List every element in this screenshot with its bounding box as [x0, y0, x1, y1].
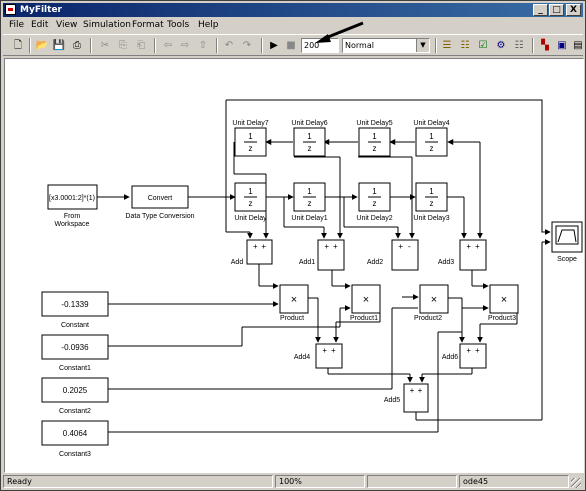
product-block-3-symbol: × — [501, 294, 507, 306]
add-block-6[interactable] — [459, 343, 487, 369]
constant-value: -0.1339 — [61, 300, 89, 309]
unit-delay-label: Unit Delay1 — [291, 215, 327, 222]
from-workspace-label: From — [64, 213, 81, 220]
unit-delay-numerator: 1 — [248, 132, 253, 141]
add-block-2-sign: - — [408, 242, 411, 251]
unit-delay-denominator: z — [373, 199, 377, 208]
unit-delay-label: Unit Delay4 — [413, 120, 449, 127]
add-block-4[interactable] — [315, 343, 343, 369]
from-workspace-value: [x3.0001:2]*(1) — [49, 195, 95, 202]
unit-delay-numerator: 1 — [429, 132, 434, 141]
convert-value: Convert — [148, 195, 173, 202]
constant-value: -0.0936 — [61, 343, 89, 352]
status-blank — [367, 475, 457, 488]
status-solver: ode45 — [459, 475, 569, 488]
add-block-1-sign: + — [324, 242, 329, 251]
add-block-1-sign: + — [333, 242, 338, 251]
add-block-3-sign: + — [475, 242, 480, 251]
unit-delay-numerator: 1 — [372, 132, 377, 141]
unit-delay-numerator: 1 — [307, 187, 312, 196]
unit-delay-label: Unit Delay — [234, 215, 267, 222]
diagram-blocks: 1 z Unit Delay7 1 z Unit Delay6 1 z Unit Delay5 1… — [41, 120, 519, 458]
add-block-0-sign: + — [261, 242, 266, 251]
unit-delay-label: Unit Delay3 — [413, 215, 449, 222]
add-block-0-sign: + — [253, 242, 258, 251]
product-block-1-symbol: × — [363, 294, 369, 306]
unit-delay-label: Unit Delay7 — [232, 120, 268, 127]
add-block-3-sign: + — [466, 242, 471, 251]
constant-label: Constant3 — [59, 451, 91, 458]
constant-label: Constant — [61, 322, 89, 329]
add-block-3[interactable] — [459, 239, 487, 271]
scope-label: Scope — [557, 256, 577, 263]
unit-delay-numerator: 1 — [372, 187, 377, 196]
unit-delay-denominator: z — [249, 199, 253, 208]
product-block-1-label: Product1 — [350, 315, 378, 322]
add-block-4-sign: + — [331, 346, 336, 355]
block-diagram: [x3.0001:2]*(1) From Workspace Convert D… — [41, 99, 583, 458]
product-block-0-label: Product — [280, 315, 304, 322]
add-block-1[interactable] — [317, 239, 345, 271]
add-block-6-sign: + — [475, 346, 480, 355]
add-block-5-sign: + — [410, 386, 415, 395]
add-block-5-label: Add5 — [384, 397, 400, 404]
constant-label: Constant1 — [59, 365, 91, 372]
unit-delay-denominator: z — [430, 199, 434, 208]
unit-delay-denominator: z — [249, 144, 253, 153]
add-block-3-label: Add3 — [438, 259, 454, 266]
unit-delay-denominator: z — [308, 199, 312, 208]
add-block-6-sign: + — [466, 346, 471, 355]
add-block-2-sign: + — [398, 242, 403, 251]
add-block-6-label: Add6 — [442, 354, 458, 361]
add-block-5-sign: + — [418, 386, 423, 395]
status-state: Ready — [3, 475, 273, 488]
add-block-2-label: Add2 — [367, 259, 383, 266]
constant-label: Constant2 — [59, 408, 91, 415]
add-block-1-label: Add1 — [299, 259, 315, 266]
product-block-2-symbol: × — [431, 294, 437, 306]
unit-delay-label: Unit Delay2 — [356, 215, 392, 222]
product-block-0-symbol: × — [291, 294, 297, 306]
unit-delay-numerator: 1 — [429, 187, 434, 196]
unit-delay-label: Unit Delay6 — [291, 120, 327, 127]
product-block-2-label: Product2 — [414, 315, 442, 322]
annotation-arrow — [315, 21, 364, 43]
status-zoom: 100% — [275, 475, 365, 488]
diagram-canvas[interactable]: [x3.0001:2]*(1) From Workspace Convert D… — [4, 58, 584, 473]
unit-delay-denominator: z — [373, 144, 377, 153]
status-bar: Ready 100% ode45 — [3, 475, 583, 489]
from-workspace-label-2: Workspace — [55, 221, 90, 228]
add-block-0-label: Add — [231, 259, 244, 266]
unit-delay-numerator: 1 — [307, 132, 312, 141]
resize-grip[interactable] — [571, 478, 581, 488]
constant-value: 0.4064 — [63, 429, 88, 438]
simulink-window: MyFilter _ □ X File Edit View Simulation… — [0, 0, 586, 491]
convert-label: Data Type Conversion — [125, 213, 194, 220]
unit-delay-denominator: z — [308, 144, 312, 153]
add-block-4-label: Add4 — [294, 354, 310, 361]
add-block-0[interactable] — [246, 239, 273, 265]
unit-delay-denominator: z — [430, 144, 434, 153]
product-block-3-label: Product3 — [488, 315, 516, 322]
add-block-2[interactable] — [391, 239, 419, 271]
unit-delay-label: Unit Delay5 — [356, 120, 392, 127]
constant-value: 0.2025 — [63, 386, 88, 395]
add-block-5[interactable] — [403, 383, 429, 413]
unit-delay-numerator: 1 — [248, 187, 253, 196]
add-block-4-sign: + — [322, 346, 327, 355]
